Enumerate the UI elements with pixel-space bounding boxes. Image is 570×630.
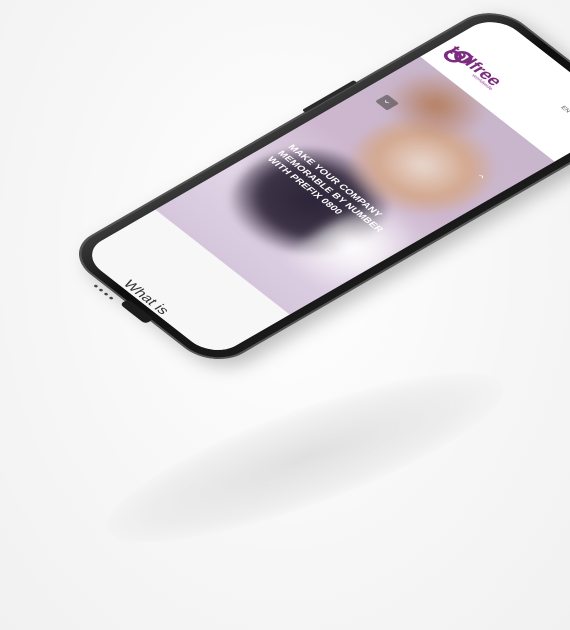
- language-selector[interactable]: EN: [559, 106, 570, 115]
- logo-wordmark: tollfree: [443, 42, 507, 89]
